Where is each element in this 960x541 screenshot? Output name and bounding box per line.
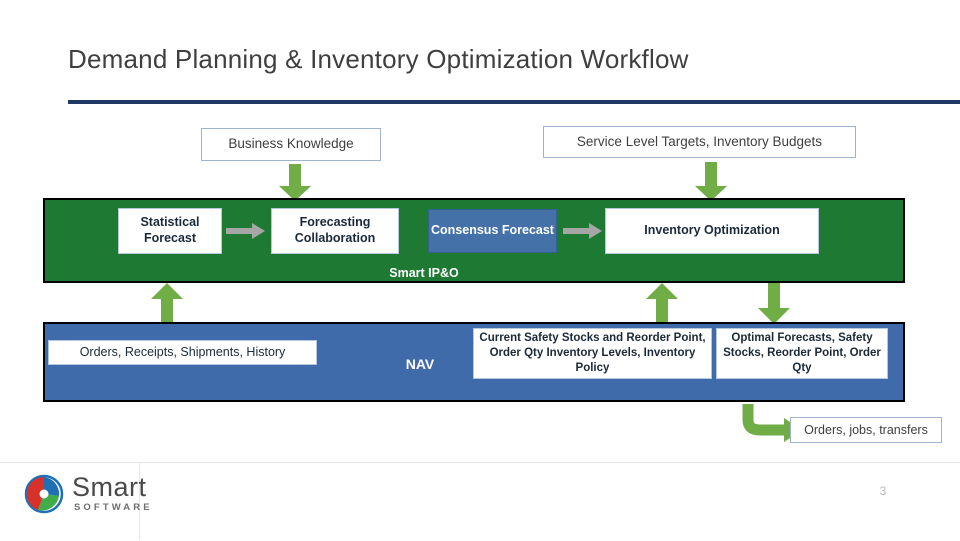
box-statistical-forecast-label: Statistical Forecast [140, 215, 200, 245]
callout-orders-jobs-transfers-label: Orders, jobs, transfers [804, 423, 928, 437]
callout-business-knowledge: Business Knowledge [201, 128, 381, 161]
box-forecasting-collaboration: Forecasting Collaboration [271, 208, 399, 254]
logo-subtitle: SOFTWARE [74, 502, 153, 513]
box-inventory-optimization: Inventory Optimization [605, 208, 819, 254]
arrow-right-consensus-to-inventory [563, 223, 603, 239]
callout-service-level-targets: Service Level Targets, Inventory Budgets [543, 126, 856, 158]
arrow-down-business-knowledge [278, 164, 312, 202]
nav-label: NAV [405, 356, 435, 372]
box-current-safety-stocks-label: Current Safety Stocks and Reorder Point,… [479, 332, 706, 374]
box-statistical-forecast: Statistical Forecast [118, 208, 222, 254]
box-current-safety-stocks: Current Safety Stocks and Reorder Point,… [473, 328, 712, 379]
box-consensus-forecast-label: Consensus Forecast [431, 223, 554, 238]
logo: Smart SOFTWARE [24, 472, 224, 518]
box-consensus-forecast: Consensus Forecast [428, 209, 557, 253]
box-forecasting-collaboration-label: Forecasting Collaboration [294, 215, 376, 245]
arrow-up-orders-receipts [150, 283, 184, 325]
page-title: Demand Planning & Inventory Optimization… [68, 44, 689, 74]
box-optimal-forecasts-label: Optimal Forecasts, Safety Stocks, Reorde… [723, 332, 881, 374]
logo-name: Smart [72, 472, 147, 502]
page-number: 3 [879, 484, 887, 498]
arrow-down-service-level [694, 162, 728, 202]
arrow-up-current-safety-stocks [645, 283, 679, 325]
title-divider [68, 100, 960, 104]
box-orders-receipts-shipments-history: Orders, Receipts, Shipments, History [48, 340, 317, 365]
arrow-right-statistical-to-forecasting [226, 223, 266, 239]
callout-business-knowledge-label: Business Knowledge [228, 136, 354, 152]
box-optimal-forecasts: Optimal Forecasts, Safety Stocks, Reorde… [716, 328, 888, 379]
slide-canvas: Demand Planning & Inventory Optimization… [0, 0, 960, 541]
callout-service-level-targets-label: Service Level Targets, Inventory Budgets [576, 133, 823, 149]
smart-ipo-label: Smart IP&O [389, 266, 459, 280]
arrow-down-optimal-forecasts [757, 283, 791, 325]
box-inventory-optimization-label: Inventory Optimization [644, 223, 780, 238]
callout-orders-jobs-transfers: Orders, jobs, transfers [790, 417, 942, 443]
smart-software-logo-icon [24, 474, 64, 514]
box-orders-receipts-shipments-history-label: Orders, Receipts, Shipments, History [79, 345, 286, 360]
